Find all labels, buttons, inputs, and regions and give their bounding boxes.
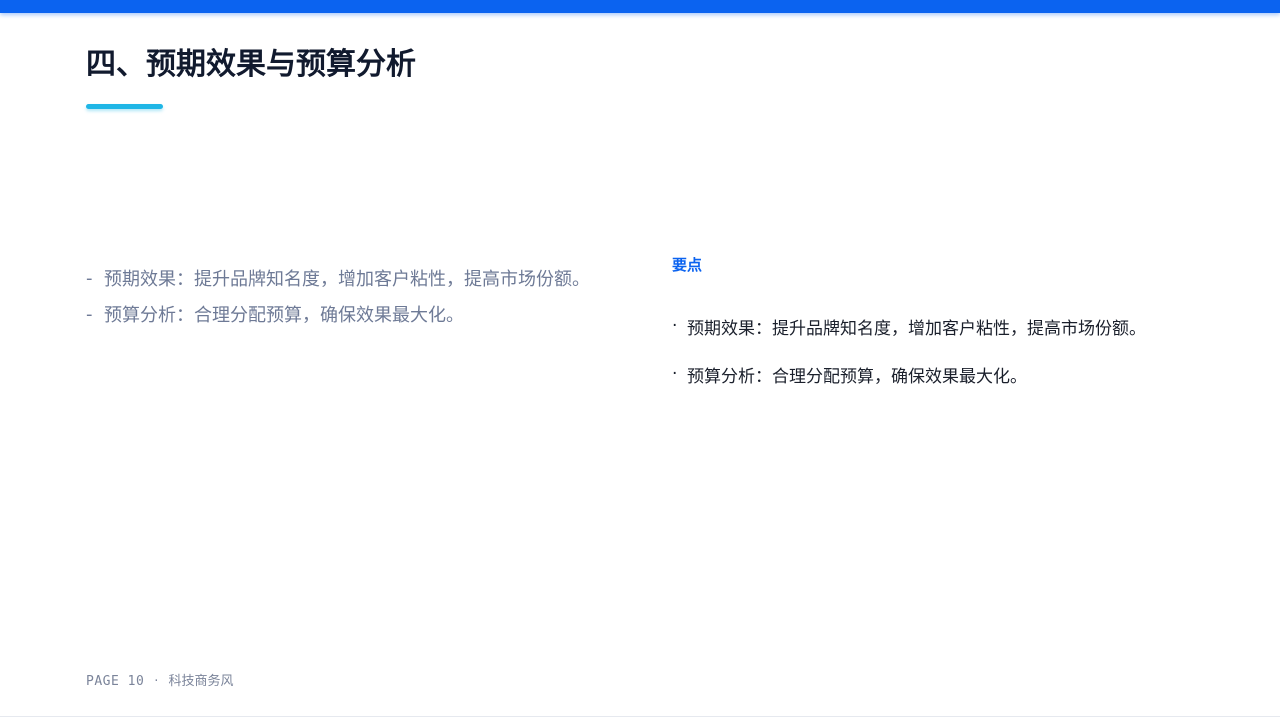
left-bullet-list: - 预期效果：提升品牌知名度，增加客户粘性，提高市场份额。 - 预算分析：合理分… xyxy=(86,260,646,332)
dash-marker: - xyxy=(86,267,93,289)
left-list-item: - 预算分析：合理分配预算，确保效果最大化。 xyxy=(86,296,646,332)
page-number: PAGE 10 xyxy=(86,674,145,689)
key-point-item: · 预期效果：提升品牌知名度，增加客户粘性，提高市场份额。 xyxy=(672,302,1232,350)
bullet-dot-icon: · xyxy=(672,316,678,336)
left-list-item-text: 预期效果：提升品牌知名度，增加客户粘性，提高市场份额。 xyxy=(104,269,590,290)
title-underline xyxy=(86,104,163,109)
key-point-text: 预期效果：提升品牌知名度，增加客户粘性，提高市场份额。 xyxy=(687,318,1146,339)
footer-separator: · xyxy=(154,674,159,689)
top-accent-bar xyxy=(0,0,1280,13)
key-points-panel: 要点 · 预期效果：提升品牌知名度，增加客户粘性，提高市场份额。 · 预算分析：… xyxy=(672,254,1232,398)
left-list-item-text: 预算分析：合理分配预算，确保效果最大化。 xyxy=(104,305,464,326)
bottom-divider xyxy=(0,716,1280,717)
theme-label: 科技商务风 xyxy=(168,674,234,689)
dash-marker: - xyxy=(86,303,93,325)
slide-footer: PAGE 10 · 科技商务风 xyxy=(86,670,233,689)
key-point-text: 预算分析：合理分配预算，确保效果最大化。 xyxy=(687,366,1027,387)
key-point-item: · 预算分析：合理分配预算，确保效果最大化。 xyxy=(672,350,1232,398)
key-points-list: · 预期效果：提升品牌知名度，增加客户粘性，提高市场份额。 · 预算分析：合理分… xyxy=(672,302,1232,398)
key-points-heading: 要点 xyxy=(672,256,703,274)
bullet-dot-icon: · xyxy=(672,364,678,384)
slide-title: 四、预期效果与预算分析 xyxy=(86,47,416,82)
left-list-item: - 预期效果：提升品牌知名度，增加客户粘性，提高市场份额。 xyxy=(86,260,646,296)
